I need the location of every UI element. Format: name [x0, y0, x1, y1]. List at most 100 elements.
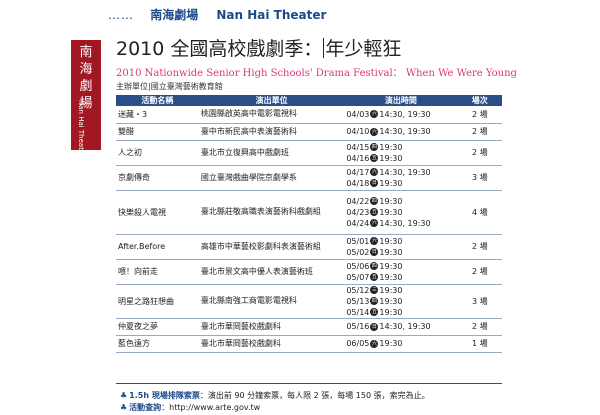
cell-times: 05/01 六 19:30 05/02 日 19:30 — [344, 234, 458, 260]
time-line: 05/07 五 19:30 — [346, 272, 455, 283]
table-row: 雙醋 臺中市新民高中表演藝術科 04/10 六 14:30, 19:30 2 場 — [116, 123, 502, 141]
time-date: 04/17 — [346, 167, 370, 177]
time-date: 05/02 — [346, 247, 370, 257]
cell-times: 04/22 四 19:30 04/23 五 19:30 04/24 六 14:30, 19:30 — [344, 190, 458, 235]
cell-unit: 臺北市華岡藝校戲劇科 — [198, 335, 345, 353]
footer-divider — [116, 383, 502, 384]
table-row: 人之初 臺北市立復興高中戲劇班 04/15 四 19:30 04/16 五 19:30 2 場 — [116, 140, 502, 166]
cell-unit: 臺中市新民高中表演藝術科 — [198, 123, 345, 141]
time-date: 05/14 — [346, 307, 370, 317]
cell-unit: 臺北縣南強工商電影電視科 — [198, 284, 345, 319]
cell-title: 京劇傳奇 — [116, 165, 199, 191]
time-date: 05/06 — [346, 261, 370, 271]
cell-title: 藍色遠方 — [116, 335, 199, 353]
cell-times: 05/12 三 19:30 05/13 四 19:30 05/14 五 19:30 — [344, 284, 458, 319]
cell-count: 3 場 — [457, 284, 502, 319]
cell-unit: 臺北市華岡藝校戲劇科 — [198, 318, 345, 336]
time-date: 05/13 — [346, 296, 370, 306]
table-row: 藍色遠方 臺北市華岡藝校戲劇科 06/05 六 19:30 1 場 — [116, 335, 502, 353]
weekday-badge: 日 — [370, 248, 379, 256]
table-row: 京劇傳奇 國立臺灣戲曲學院京劇學系 04/17 六 14:30, 19:30 04/18 日… — [116, 165, 502, 191]
time-line: 04/18 日 19:30 — [346, 178, 455, 189]
time-line: 04/15 四 19:30 — [346, 142, 455, 153]
time-date: 05/01 — [346, 236, 370, 246]
time-line: 04/23 五 19:30 — [346, 207, 455, 218]
weekday-badge: 六 — [370, 127, 379, 136]
weekday-badge: 五 — [370, 208, 379, 216]
header-dots: …… — [108, 8, 134, 22]
ticket-note: ♣ 1.5h 現場排隊索票：演出前 90 分鐘索票，每人限 2 張，每場 150 … — [120, 390, 430, 401]
weekday-badge: 四 — [370, 262, 379, 270]
time-line: 05/16 日 14:30, 19:30 — [346, 321, 455, 332]
page-subtitle-en: 2010 Nationwide Senior High Schools' Dra… — [116, 68, 517, 79]
weekday-badge: 三 — [370, 286, 379, 294]
time-date: 05/07 — [346, 272, 370, 282]
weekday-badge: 四 — [370, 197, 379, 205]
time-value: 19:30 — [379, 178, 403, 188]
weekday-badge: 六 — [370, 110, 379, 119]
time-value: 14:30, 19:30 — [379, 322, 431, 331]
col-header-unit: 演出單位 — [198, 95, 345, 106]
site-note-link[interactable]: ：http://www.arte.gov.tw — [161, 403, 260, 412]
cell-count: 2 場 — [457, 259, 502, 285]
col-header-title: 活動名稱 — [116, 95, 199, 106]
site-note-label: 活動查詢 — [129, 403, 162, 412]
weekday-badge: 日 — [370, 179, 379, 187]
cell-count: 1 場 — [457, 335, 502, 353]
venue-name-en[interactable]: Nan Hai Theater — [216, 8, 326, 22]
time-line: 04/16 五 19:30 — [346, 153, 455, 164]
time-date: 05/12 — [346, 285, 370, 295]
cell-times: 06/05 六 19:30 — [344, 335, 458, 353]
organizer-line: 主辦單位|國立臺灣藝術教育館 — [116, 82, 223, 91]
cell-title: 人之初 — [116, 140, 199, 166]
cell-times: 05/16 日 14:30, 19:30 — [344, 318, 458, 336]
time-date: 04/24 — [346, 218, 370, 228]
weekday-badge: 五 — [370, 308, 379, 316]
time-value: 19:30 — [379, 247, 403, 257]
venue-name-cn[interactable]: 南海劇場 — [150, 8, 198, 22]
time-value: 19:30 — [379, 296, 403, 306]
cell-title: 仲夏夜之夢 — [116, 318, 199, 336]
time-date: 04/18 — [346, 178, 370, 188]
cell-unit: 國立臺灣戲曲學院京劇學系 — [198, 165, 345, 191]
weekday-badge: 六 — [370, 168, 379, 176]
logo-text-en: Nan Hai Theater — [77, 100, 85, 158]
cell-unit: 臺北市景文高中優人表演藝術班 — [198, 259, 345, 285]
ticket-note-label: 1.5h 現場排隊索票 — [129, 391, 200, 400]
cell-title: After.Before — [116, 234, 199, 260]
cell-unit: 臺北市立復興高中戲劇班 — [198, 140, 345, 166]
time-date: 04/03 — [346, 109, 370, 119]
table-row: 仲夏夜之夢 臺北市華岡藝校戲劇科 05/16 日 14:30, 19:30 2 場 — [116, 318, 502, 336]
cell-unit: 桃園縣啟英高中電影電視科 — [198, 106, 345, 124]
time-date: 04/16 — [346, 153, 370, 163]
time-value: 19:30 — [379, 272, 403, 282]
table-row: 迷藏・3 桃園縣啟英高中電影電視科 04/03 六 14:30, 19:30 2 場 — [116, 106, 502, 124]
table-row: After.Before 高雄市中華藝校影劇科表演藝術組 05/01 六 19:30 05… — [116, 234, 502, 260]
time-value: 19:30 — [379, 153, 403, 163]
cell-times: 04/17 六 14:30, 19:30 04/18 日 19:30 — [344, 165, 458, 191]
time-date: 04/15 — [346, 142, 370, 152]
time-line: 04/03 六 14:30, 19:30 — [346, 109, 455, 120]
weekday-badge: 四 — [370, 297, 379, 305]
col-header-count: 場次 — [457, 95, 502, 106]
cell-unit: 高雄市中華藝校影劇科表演藝術組 — [198, 234, 345, 260]
time-line: 05/12 三 19:30 — [346, 285, 455, 296]
schedule-table: 活動名稱 演出單位 演出時間 場次 迷藏・3 桃園縣啟英高中電影電視科 04/03 六… — [116, 95, 502, 353]
site-note: ♣ 活動查詢：http://www.arte.gov.tw — [120, 402, 260, 413]
table-row: 快樂殺人電視 臺北縣莊敬高職表演藝術科戲劇組 04/22 四 19:30 04/23 五 19… — [116, 190, 502, 235]
schedule-body: 迷藏・3 桃園縣啟英高中電影電視科 04/03 六 14:30, 19:30 2 場雙醋臺… — [116, 106, 502, 353]
page-title: 2010 全國高校戲劇季： 年少輕狂 — [116, 34, 401, 61]
time-value: 14:30, 19:30 — [379, 127, 431, 136]
time-value: 19:30 — [379, 207, 403, 217]
venue-header: …… 南海劇場 Nan Hai Theater — [108, 6, 326, 23]
time-line: 04/24 六 14:30, 19:30 — [346, 218, 455, 229]
time-line: 05/01 六 19:30 — [346, 236, 455, 247]
nanhai-logo: 南海劇場 Nan Hai Theater — [71, 40, 101, 157]
cell-count: 2 場 — [457, 140, 502, 166]
title-theme: 年少輕狂 — [325, 38, 402, 60]
time-value: 19:30 — [379, 236, 403, 246]
time-value: 19:30 — [379, 285, 403, 295]
title-main: 2010 全國高校戲劇季： — [116, 38, 323, 60]
time-line: 06/05 六 19:30 — [346, 338, 455, 349]
time-value: 14:30, 19:30 — [379, 218, 431, 228]
